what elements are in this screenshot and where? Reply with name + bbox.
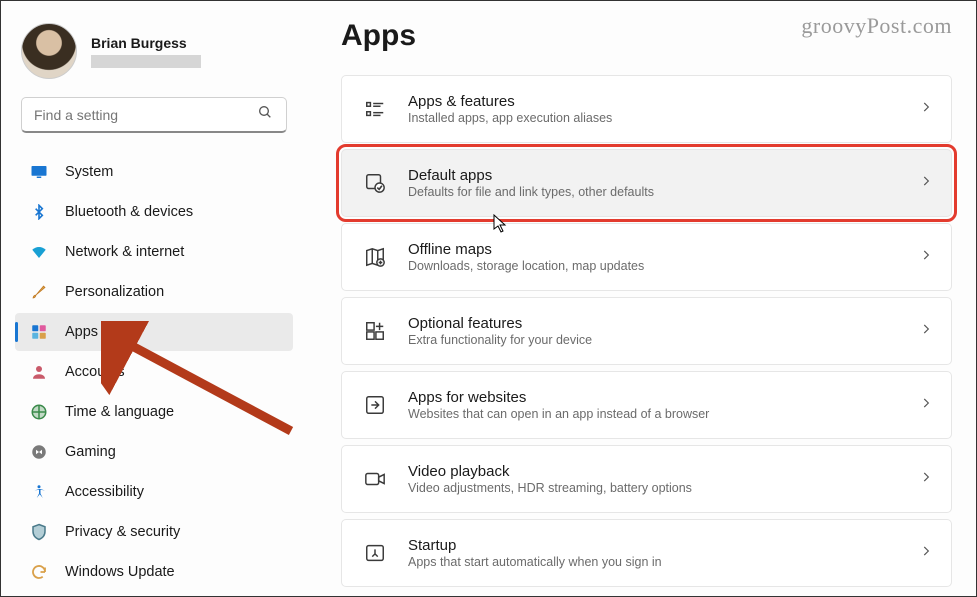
chevron-right-icon <box>919 396 933 415</box>
wifi-icon <box>29 242 49 262</box>
card-subtitle: Websites that can open in an app instead… <box>408 407 919 421</box>
bluetooth-icon <box>29 202 49 222</box>
sidebar-item-update[interactable]: Windows Update <box>15 553 293 591</box>
app-link-icon <box>362 392 388 418</box>
sidebar-item-accounts[interactable]: Accounts <box>15 353 293 391</box>
card-subtitle: Installed apps, app execution aliases <box>408 111 919 125</box>
chevron-right-icon <box>919 470 933 489</box>
sidebar-item-network[interactable]: Network & internet <box>15 233 293 271</box>
chevron-right-icon <box>919 100 933 119</box>
startup-icon <box>362 540 388 566</box>
card-title: Optional features <box>408 315 919 332</box>
brush-icon <box>29 282 49 302</box>
sidebar-item-gaming[interactable]: Gaming <box>15 433 293 471</box>
settings-sidebar: Brian Burgess System Bluetooth & devices <box>1 1 301 596</box>
person-icon <box>29 362 49 382</box>
card-subtitle: Defaults for file and link types, other … <box>408 185 919 199</box>
profile-email-redacted <box>91 55 201 68</box>
sidebar-item-label: Privacy & security <box>65 524 180 540</box>
search-icon <box>256 104 274 125</box>
sidebar-item-label: Personalization <box>65 284 164 300</box>
sidebar-item-accessibility[interactable]: Accessibility <box>15 473 293 511</box>
search-input[interactable] <box>34 107 256 123</box>
sidebar-item-privacy[interactable]: Privacy & security <box>15 513 293 551</box>
main-content: Apps Apps & features Installed apps, app… <box>301 1 976 596</box>
nav-list: System Bluetooth & devices Network & int… <box>15 153 293 591</box>
card-subtitle: Video adjustments, HDR streaming, batter… <box>408 481 919 495</box>
sidebar-item-label: Accessibility <box>65 484 144 500</box>
default-apps-icon <box>362 170 388 196</box>
card-title: Offline maps <box>408 241 919 258</box>
card-optional-features[interactable]: Optional features Extra functionality fo… <box>341 297 952 365</box>
card-offline-maps[interactable]: Offline maps Downloads, storage location… <box>341 223 952 291</box>
card-video-playback[interactable]: Video playback Video adjustments, HDR st… <box>341 445 952 513</box>
settings-card-list: Apps & features Installed apps, app exec… <box>341 75 952 587</box>
sidebar-item-label: Windows Update <box>65 564 175 580</box>
card-title: Video playback <box>408 463 919 480</box>
apps-icon <box>29 322 49 342</box>
sidebar-item-personalization[interactable]: Personalization <box>15 273 293 311</box>
map-icon <box>362 244 388 270</box>
shield-icon <box>29 522 49 542</box>
sidebar-item-label: Network & internet <box>65 244 184 260</box>
sidebar-item-label: Gaming <box>65 444 116 460</box>
card-startup[interactable]: Startup Apps that start automatically wh… <box>341 519 952 587</box>
profile-name: Brian Burgess <box>91 35 201 51</box>
card-apps-websites[interactable]: Apps for websites Websites that can open… <box>341 371 952 439</box>
card-subtitle: Apps that start automatically when you s… <box>408 555 919 569</box>
card-apps-features[interactable]: Apps & features Installed apps, app exec… <box>341 75 952 143</box>
sidebar-item-system[interactable]: System <box>15 153 293 191</box>
sidebar-item-label: Apps <box>65 324 98 340</box>
card-default-apps[interactable]: Default apps Defaults for file and link … <box>341 149 952 217</box>
card-title: Apps for websites <box>408 389 919 406</box>
profile-block[interactable]: Brian Burgess <box>15 19 293 97</box>
chevron-right-icon <box>919 174 933 193</box>
accessibility-icon <box>29 482 49 502</box>
card-title: Default apps <box>408 167 919 184</box>
update-icon <box>29 562 49 582</box>
sidebar-item-label: Time & language <box>65 404 174 420</box>
gaming-icon <box>29 442 49 462</box>
chevron-right-icon <box>919 544 933 563</box>
card-title: Apps & features <box>408 93 919 110</box>
sidebar-item-bluetooth[interactable]: Bluetooth & devices <box>15 193 293 231</box>
video-icon <box>362 466 388 492</box>
sidebar-item-time[interactable]: Time & language <box>15 393 293 431</box>
sidebar-item-label: Accounts <box>65 364 125 380</box>
avatar <box>21 23 77 79</box>
sidebar-item-label: System <box>65 164 113 180</box>
chevron-right-icon <box>919 322 933 341</box>
card-subtitle: Extra functionality for your device <box>408 333 919 347</box>
watermark: groovyPost.com <box>801 13 952 39</box>
sidebar-item-apps[interactable]: Apps <box>15 313 293 351</box>
globe-clock-icon <box>29 402 49 422</box>
add-feature-icon <box>362 318 388 344</box>
display-icon <box>29 162 49 182</box>
card-title: Startup <box>408 537 919 554</box>
chevron-right-icon <box>919 248 933 267</box>
sidebar-item-label: Bluetooth & devices <box>65 204 193 220</box>
list-icon <box>362 96 388 122</box>
card-subtitle: Downloads, storage location, map updates <box>408 259 919 273</box>
search-box[interactable] <box>21 97 287 133</box>
